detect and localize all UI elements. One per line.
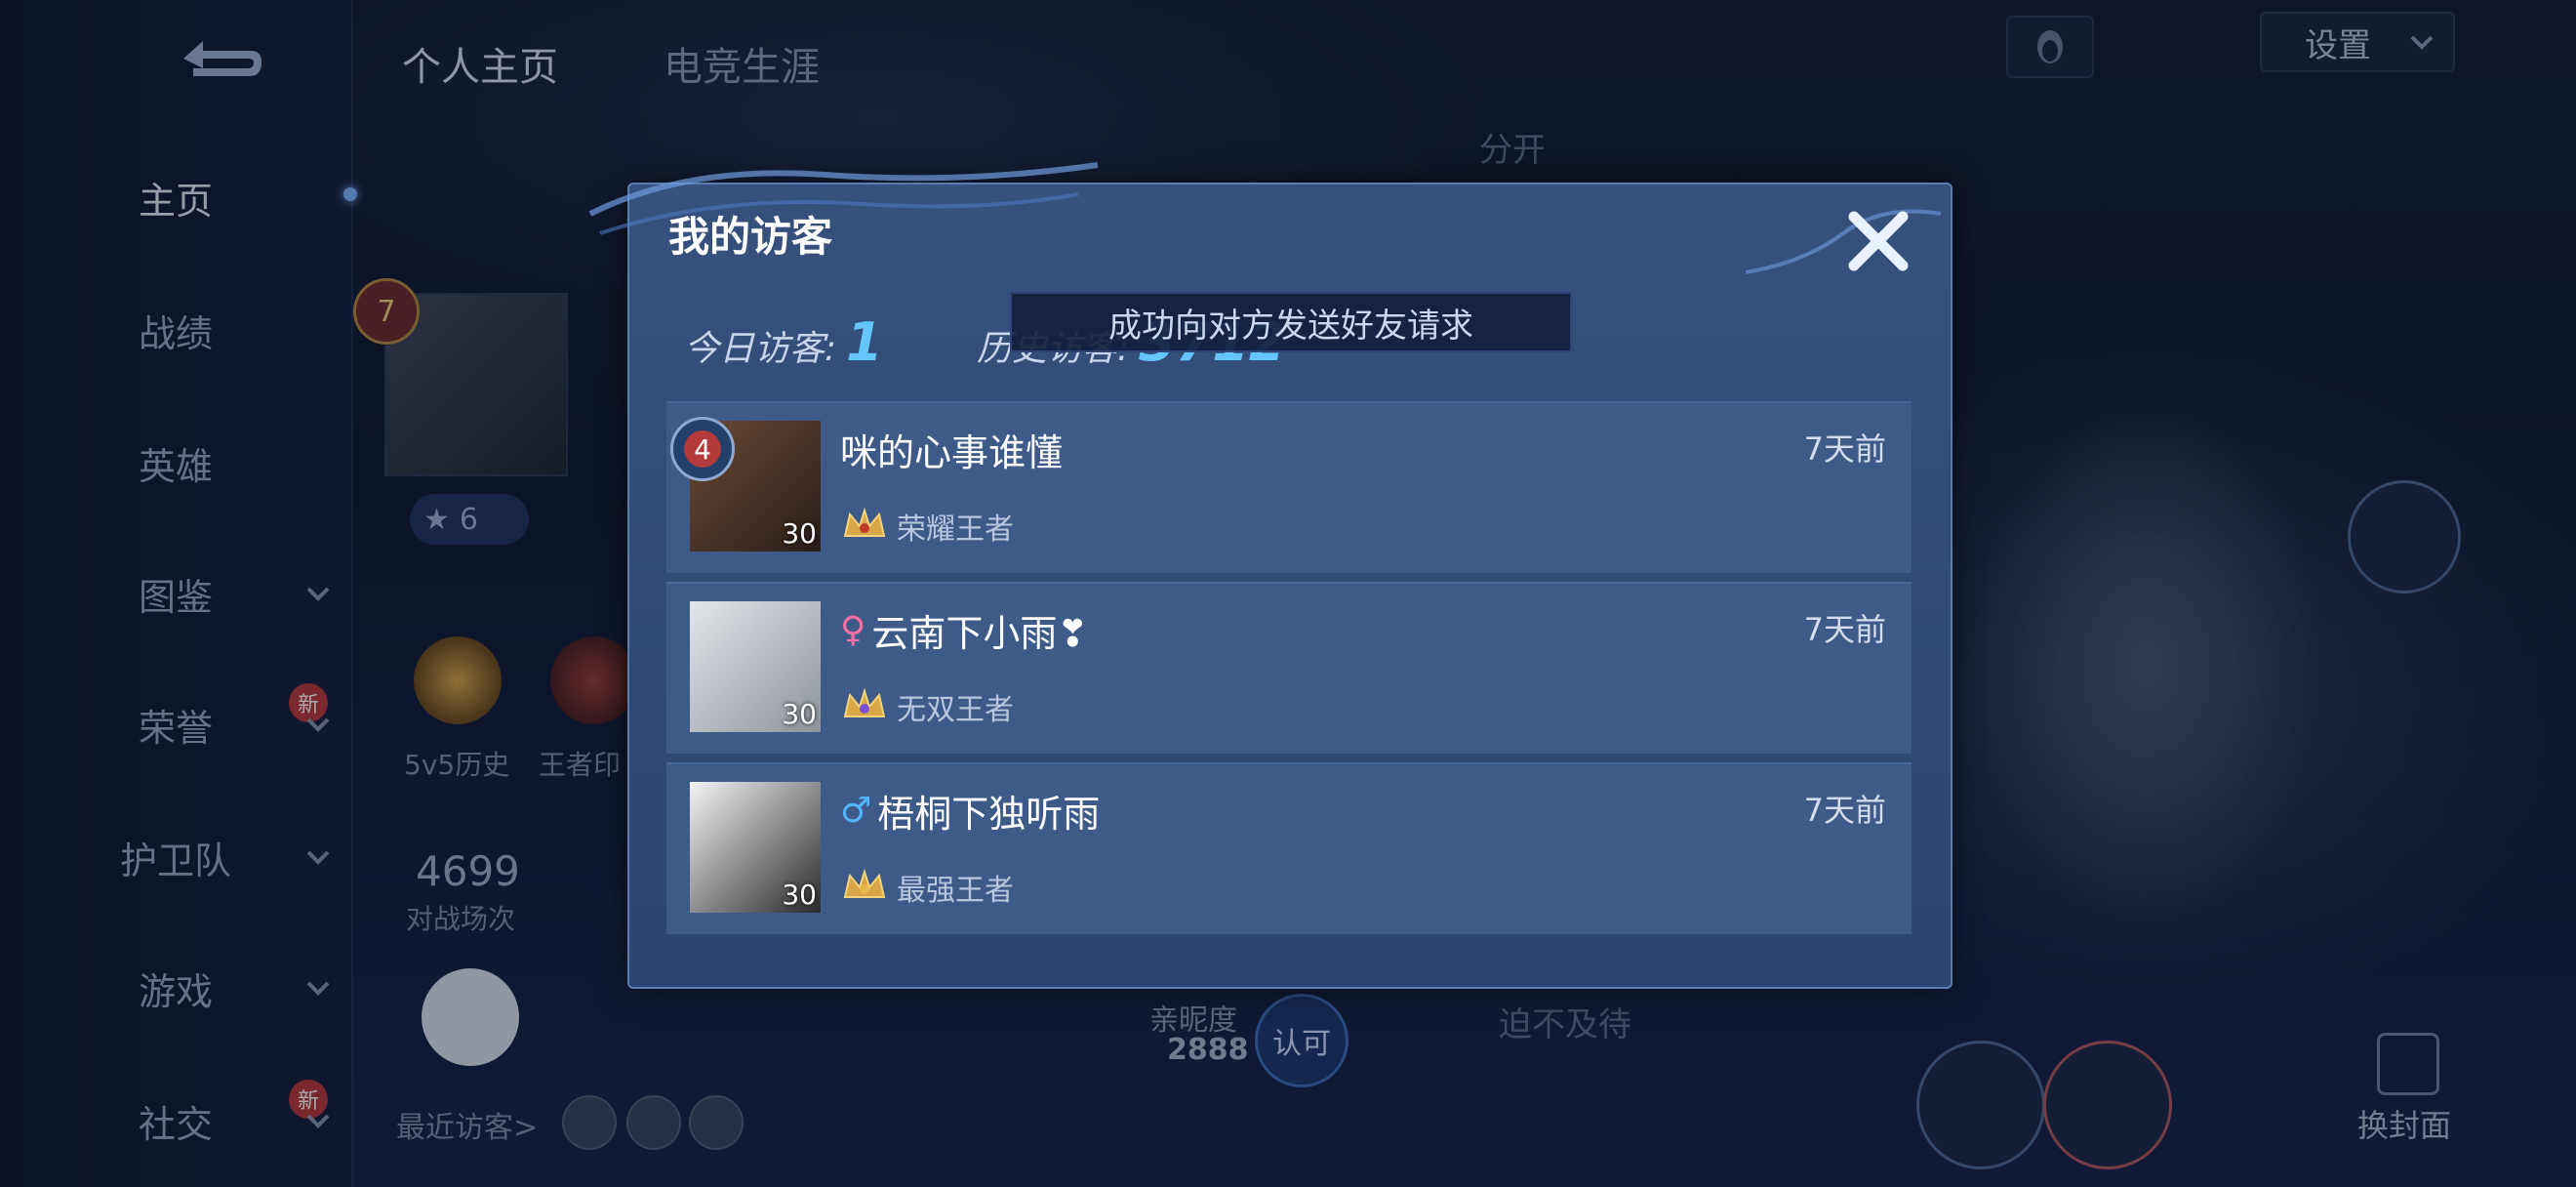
visitor-tier: 荣耀王者 bbox=[840, 505, 1014, 548]
visitor-avatar[interactable]: 30 bbox=[690, 782, 821, 913]
crown-icon bbox=[843, 507, 886, 537]
swirl-decoration bbox=[588, 162, 1099, 235]
crown-icon bbox=[843, 868, 886, 898]
visit-time: 7天前 bbox=[1803, 430, 1886, 468]
modal-title: 我的访客 bbox=[668, 213, 833, 261]
today-visitors-value: 1 bbox=[846, 311, 883, 373]
visit-time: 7天前 bbox=[1803, 611, 1886, 648]
visitors-modal: 我的访客 今日访客:1 历史访客:3712 成功向对方发送好友请求 30 4 咪… bbox=[588, 162, 1952, 989]
visitor-name: 咪的心事谁懂 bbox=[840, 431, 1064, 474]
visitor-avatar[interactable]: 30 bbox=[690, 601, 821, 732]
visitor-row[interactable]: 30 4 咪的心事谁懂 7天前 荣耀王者 bbox=[666, 401, 1912, 573]
visitor-tier: 最强王者 bbox=[840, 866, 1014, 909]
visitor-row[interactable]: 30 ♀ 云南下小雨❣ 7天前 无双王者 bbox=[666, 582, 1912, 754]
male-icon: ♂ bbox=[840, 791, 872, 831]
crown-icon bbox=[843, 687, 886, 717]
visitor-name: ♂ 梧桐下独听雨 bbox=[840, 791, 1101, 836]
female-icon: ♀ bbox=[840, 610, 866, 650]
close-icon bbox=[1848, 211, 1909, 271]
today-visitors: 今日访客: 1 bbox=[684, 311, 883, 373]
visitor-row[interactable]: 30 ♂ 梧桐下独听雨 7天前 最强王者 bbox=[666, 762, 1912, 934]
toast-message: 成功向对方发送好友请求 bbox=[1010, 292, 1572, 352]
visitor-name: ♀ 云南下小雨❣ bbox=[840, 610, 1089, 655]
rank-badge: 4 bbox=[670, 417, 735, 481]
close-button[interactable] bbox=[1839, 202, 1917, 280]
visitor-tier: 无双王者 bbox=[840, 685, 1014, 728]
visit-time: 7天前 bbox=[1803, 792, 1886, 829]
